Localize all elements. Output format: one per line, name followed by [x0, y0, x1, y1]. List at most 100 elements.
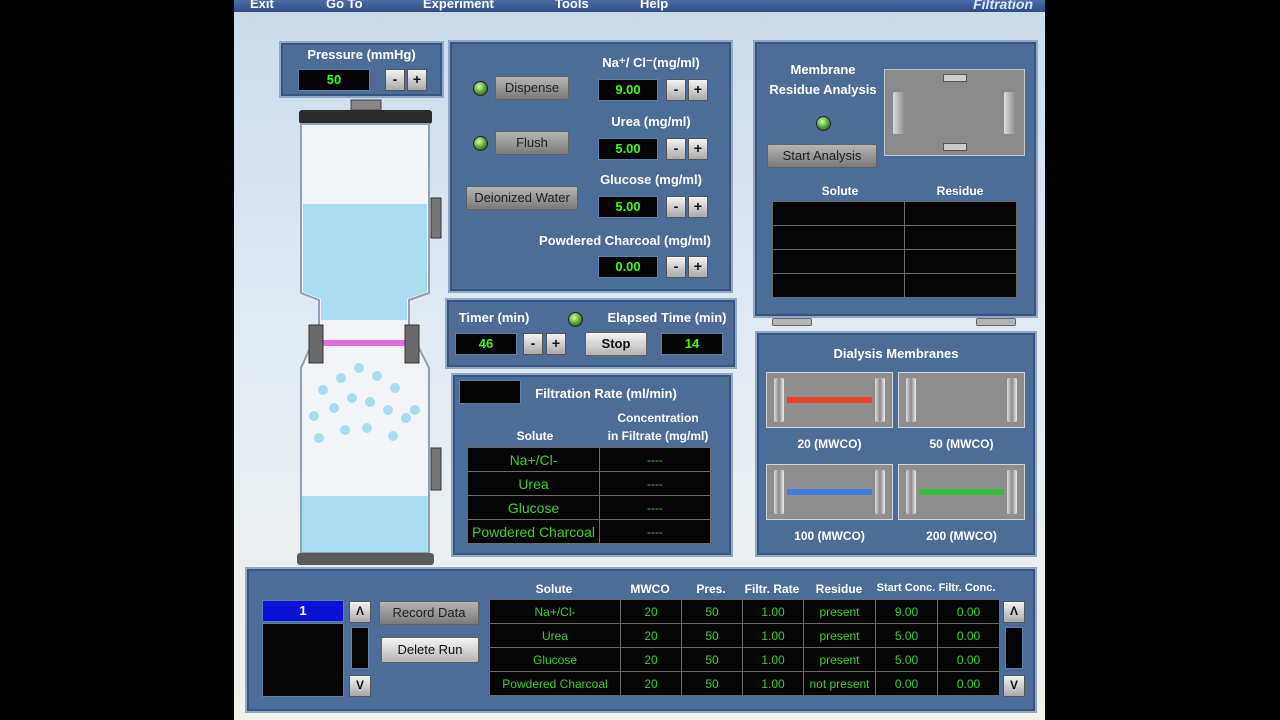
timer-panel: Timer (min) 46 - + Stop Elapsed Time (mi…: [445, 298, 737, 369]
pressure-label: Pressure (mmHg): [307, 47, 416, 62]
record-cell: 50: [681, 671, 743, 696]
record-cell: 50: [681, 623, 743, 648]
charcoal-increase-button[interactable]: +: [688, 256, 708, 278]
clamp-left: [308, 324, 324, 364]
record-cell: 0.00: [937, 599, 1000, 624]
membrane-cap: [906, 470, 916, 514]
membrane-cap: [774, 378, 784, 422]
timer-increase-button[interactable]: +: [546, 333, 566, 355]
record-cell: present: [803, 599, 876, 624]
analysis-cell: [772, 249, 905, 274]
flush-indicator: [473, 136, 488, 151]
dialysis-membranes-panel: Dialysis Membranes 20 (MWCO) 50 (MWCO) 1…: [755, 331, 1037, 557]
record-cell: present: [803, 647, 876, 672]
filtration-col-conc-line2: in Filtrate (mg/ml): [607, 429, 709, 443]
record-col-filtration-rate: Filtr. Rate: [744, 582, 800, 596]
glucose-increase-button[interactable]: +: [688, 196, 708, 218]
record-data-button[interactable]: Record Data: [379, 601, 479, 625]
nacl-increase-button[interactable]: +: [688, 79, 708, 101]
glucose-display: 5.00: [598, 196, 658, 218]
membrane-residue-panel: Membrane Residue Analysis Start Analysis…: [753, 40, 1038, 318]
table-row: [772, 273, 1017, 298]
membrane-cap: [774, 470, 784, 514]
timer-stop-button[interactable]: Stop: [585, 332, 647, 356]
membrane-strip: [919, 397, 1004, 403]
chamber-top-clamp: [943, 74, 967, 82]
membrane-20-label: 20 (MWCO): [797, 437, 862, 451]
menu-exit[interactable]: Exit: [250, 0, 274, 11]
pressure-valve: [350, 99, 382, 111]
elapsed-time-label: Elapsed Time (min): [607, 310, 727, 325]
timer-decrease-button[interactable]: -: [523, 333, 543, 355]
pressure-display: 50: [298, 69, 370, 91]
record-cell: 20: [620, 647, 682, 672]
urea-increase-button[interactable]: +: [688, 138, 708, 160]
dialysis-title: Dialysis Membranes: [833, 346, 959, 361]
table-row[interactable]: Na+/Cl- 20 50 1.00 present 9.00 0.00: [489, 599, 1000, 624]
filtration-apparatus: [297, 99, 442, 565]
analysis-col-residue: Residue: [936, 184, 984, 198]
panel-mount: [772, 318, 812, 326]
analysis-chamber: [884, 69, 1025, 156]
filtration-rate-display: [459, 380, 521, 404]
record-cell: 0.00: [875, 671, 938, 696]
run-scrollbar[interactable]: [351, 627, 369, 669]
record-col-solute: Solute: [535, 582, 573, 596]
filtration-col-conc-line1: Concentration: [617, 411, 699, 425]
filtration-conc-cell: ----: [599, 519, 711, 544]
filtration-col-solute: Solute: [516, 429, 554, 443]
start-analysis-button[interactable]: Start Analysis: [767, 144, 877, 168]
pressure-increase-button[interactable]: +: [407, 69, 427, 91]
table-row[interactable]: Urea 20 50 1.00 present 5.00 0.00: [489, 623, 1000, 648]
membrane-cap: [1007, 378, 1017, 422]
membrane-200-mwco[interactable]: [898, 464, 1025, 520]
deionized-water-button[interactable]: Deionized Water: [466, 186, 578, 210]
nacl-decrease-button[interactable]: -: [666, 79, 686, 101]
solution-panel: Dispense Flush Deionized Water Na⁺/ Cl⁻(…: [448, 40, 733, 293]
table-row[interactable]: Glucose 20 50 1.00 present 5.00 0.00: [489, 647, 1000, 672]
chamber-right-clamp: [1004, 92, 1016, 134]
membrane-100-label: 100 (MWCO): [794, 529, 865, 543]
run-list[interactable]: [262, 623, 344, 697]
beaker-lid: [299, 110, 432, 124]
dispense-button[interactable]: Dispense: [495, 76, 569, 100]
run-scroll-up-button[interactable]: Λ: [349, 601, 371, 623]
dispense-indicator: [473, 81, 488, 96]
elapsed-time-display: 14: [661, 333, 723, 355]
records-scroll-up-button[interactable]: Λ: [1003, 601, 1025, 623]
membrane-50-mwco[interactable]: [898, 372, 1025, 428]
table-row: [772, 201, 1017, 226]
charcoal-decrease-button[interactable]: -: [666, 256, 686, 278]
glucose-decrease-button[interactable]: -: [666, 196, 686, 218]
run-scroll-down-button[interactable]: V: [349, 675, 371, 697]
filtrate: [302, 496, 428, 552]
run-number-display[interactable]: 1: [262, 600, 344, 622]
membrane-cap: [906, 378, 916, 422]
urea-decrease-button[interactable]: -: [666, 138, 686, 160]
records-scroll-down-button[interactable]: V: [1003, 675, 1025, 697]
record-cell: Glucose: [489, 647, 621, 672]
analysis-indicator: [816, 116, 831, 131]
analysis-cell: [772, 273, 905, 298]
menu-go-to[interactable]: Go To: [326, 0, 363, 11]
menu-help[interactable]: Help: [640, 0, 668, 11]
filtration-solute-cell: Urea: [467, 471, 600, 496]
filtration-rate-title: Filtration Rate (ml/min): [535, 386, 677, 401]
table-row[interactable]: Powdered Charcoal 20 50 1.00 not present 0.00…: [489, 671, 1000, 696]
membrane-20-mwco[interactable]: [766, 372, 893, 428]
records-scrollbar[interactable]: [1005, 627, 1023, 669]
flush-button[interactable]: Flush: [495, 131, 569, 155]
beaker-base: [297, 553, 434, 565]
menu-tools[interactable]: Tools: [555, 0, 589, 11]
analysis-col-solute: Solute: [821, 184, 859, 198]
membrane-100-mwco[interactable]: [766, 464, 893, 520]
record-cell: 20: [620, 623, 682, 648]
urea-display: 5.00: [598, 138, 658, 160]
filtration-rate-panel: Filtration Rate (ml/min) Solute Concentr…: [451, 373, 733, 557]
record-cell: 9.00: [875, 599, 938, 624]
menu-experiment[interactable]: Experiment: [423, 0, 494, 11]
membrane-strip: [787, 489, 872, 495]
delete-run-button[interactable]: Delete Run: [381, 637, 479, 663]
membrane-50-label: 50 (MWCO): [929, 437, 994, 451]
pressure-decrease-button[interactable]: -: [385, 69, 405, 91]
